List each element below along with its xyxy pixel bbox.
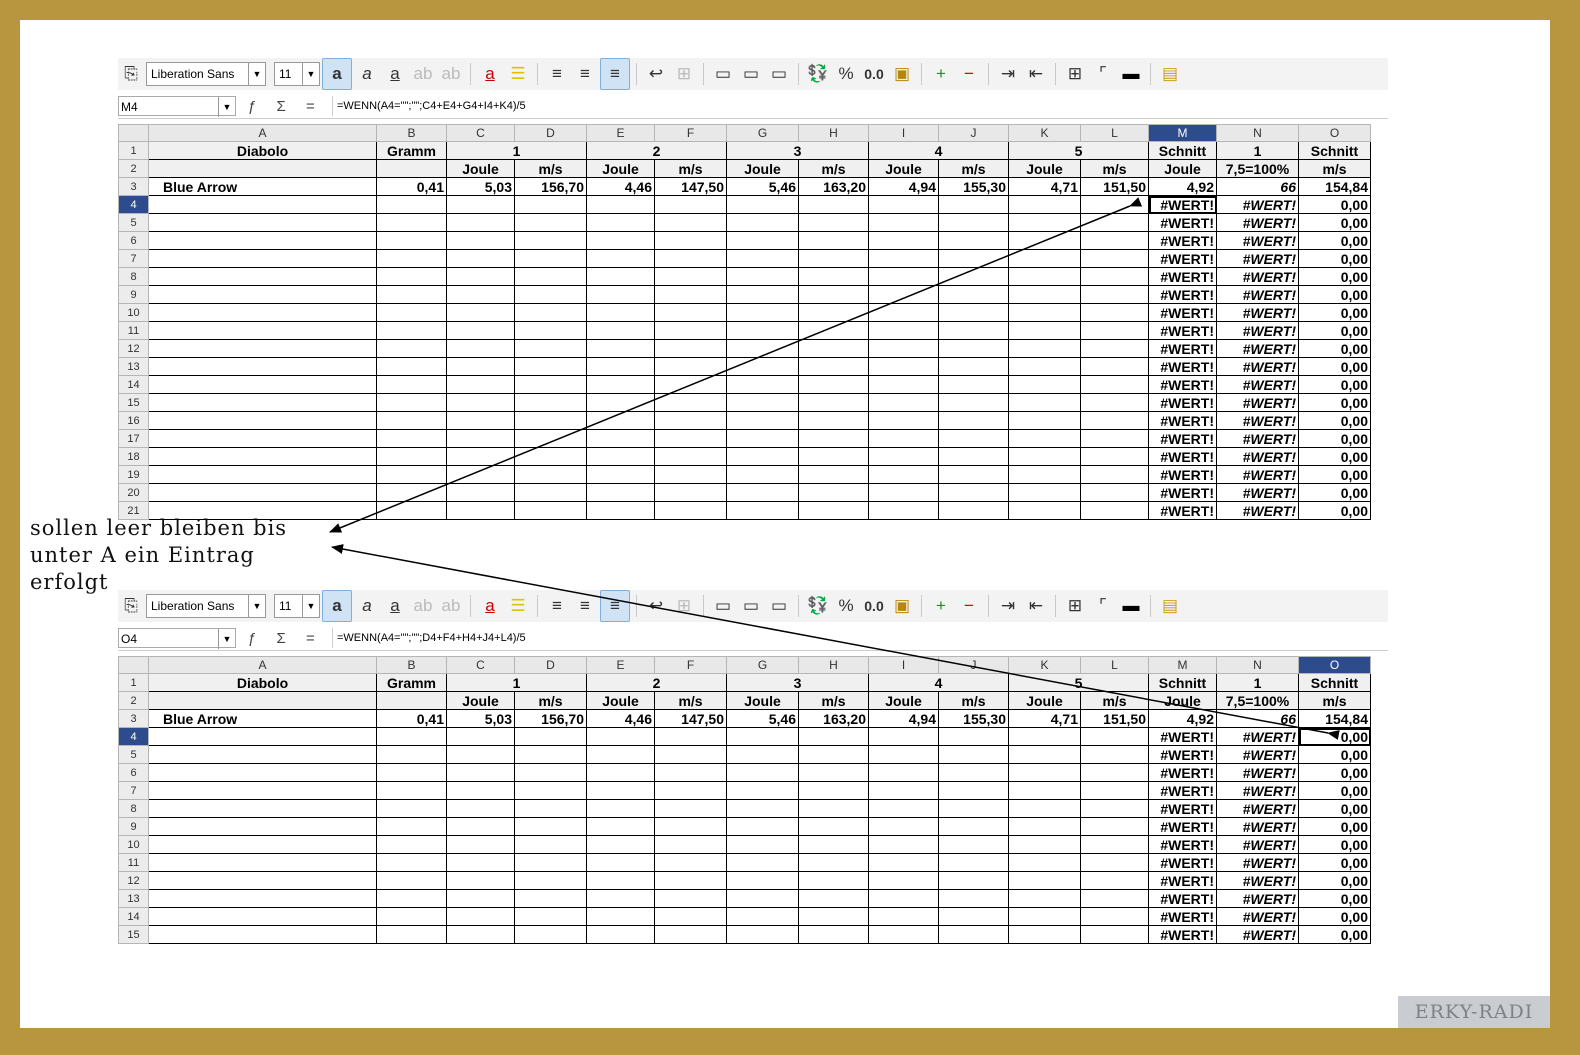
arrow-line (329, 197, 1143, 533)
arrow-line (331, 544, 1340, 740)
picture-frame: ⎘ Liberation Sans ▼ 11 ▼ a a a ab ab a ☰ ≡… (0, 0, 1580, 1055)
watermark-logo: ERKY-RADI (1398, 996, 1550, 1028)
canvas: ⎘ Liberation Sans ▼ 11 ▼ a a a ab ab a ☰ ≡… (20, 20, 1550, 1028)
annotation-arrows (329, 197, 1340, 740)
